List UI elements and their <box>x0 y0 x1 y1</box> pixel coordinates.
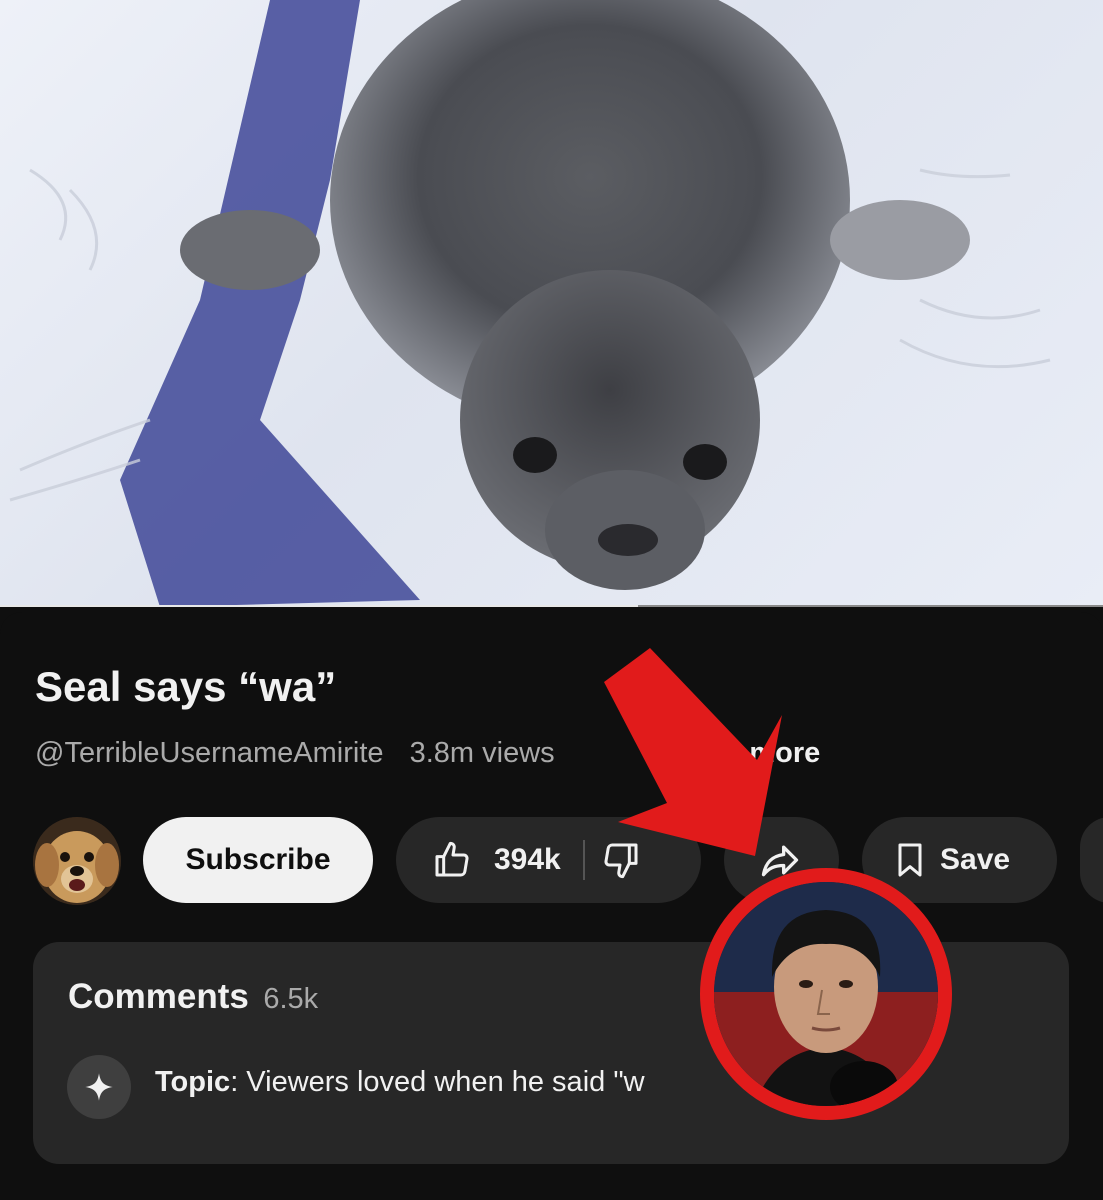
subscribe-button[interactable]: Subscribe <box>143 817 373 903</box>
video-title: Seal says “wa” <box>35 663 337 710</box>
thumbs-down-icon[interactable] <box>601 840 641 880</box>
dog-avatar-image <box>33 817 121 905</box>
channel-avatar[interactable] <box>33 817 121 905</box>
progress-bar[interactable] <box>0 605 1103 607</box>
thumbs-up-icon[interactable] <box>432 840 472 880</box>
circled-face-photo <box>700 868 952 1120</box>
more-link[interactable]: ...more <box>725 737 820 769</box>
topic-label: Topic <box>155 1066 231 1098</box>
save-label: Save <box>940 843 1011 876</box>
topic-summary: Topic: Viewers loved when he said "w <box>155 1066 645 1099</box>
channel-handle[interactable]: @TerribleUsernameAmirite <box>35 737 384 769</box>
comments-header: Comments 6.5k <box>68 977 318 1017</box>
man-portrait-image <box>714 882 938 1106</box>
upload-age: ago <box>650 737 700 769</box>
like-dislike-group: 394k <box>396 817 701 903</box>
view-count: 3.8m views <box>409 737 555 769</box>
like-count[interactable]: 394k <box>494 843 561 877</box>
bookmark-icon <box>890 840 930 880</box>
video-meta[interactable]: @TerribleUsernameAmirite 3.8m views ago … <box>35 737 838 770</box>
video-player[interactable] <box>0 0 1103 607</box>
comments-count: 6.5k <box>263 983 319 1015</box>
seal-on-snow-image <box>9 0 1051 607</box>
sparkle-icon <box>67 1055 131 1119</box>
progress-bar-fill <box>0 605 638 607</box>
topic-text: : Viewers loved when he said "w <box>230 1066 645 1098</box>
like-divider <box>582 840 585 880</box>
comments-label: Comments <box>68 977 249 1016</box>
